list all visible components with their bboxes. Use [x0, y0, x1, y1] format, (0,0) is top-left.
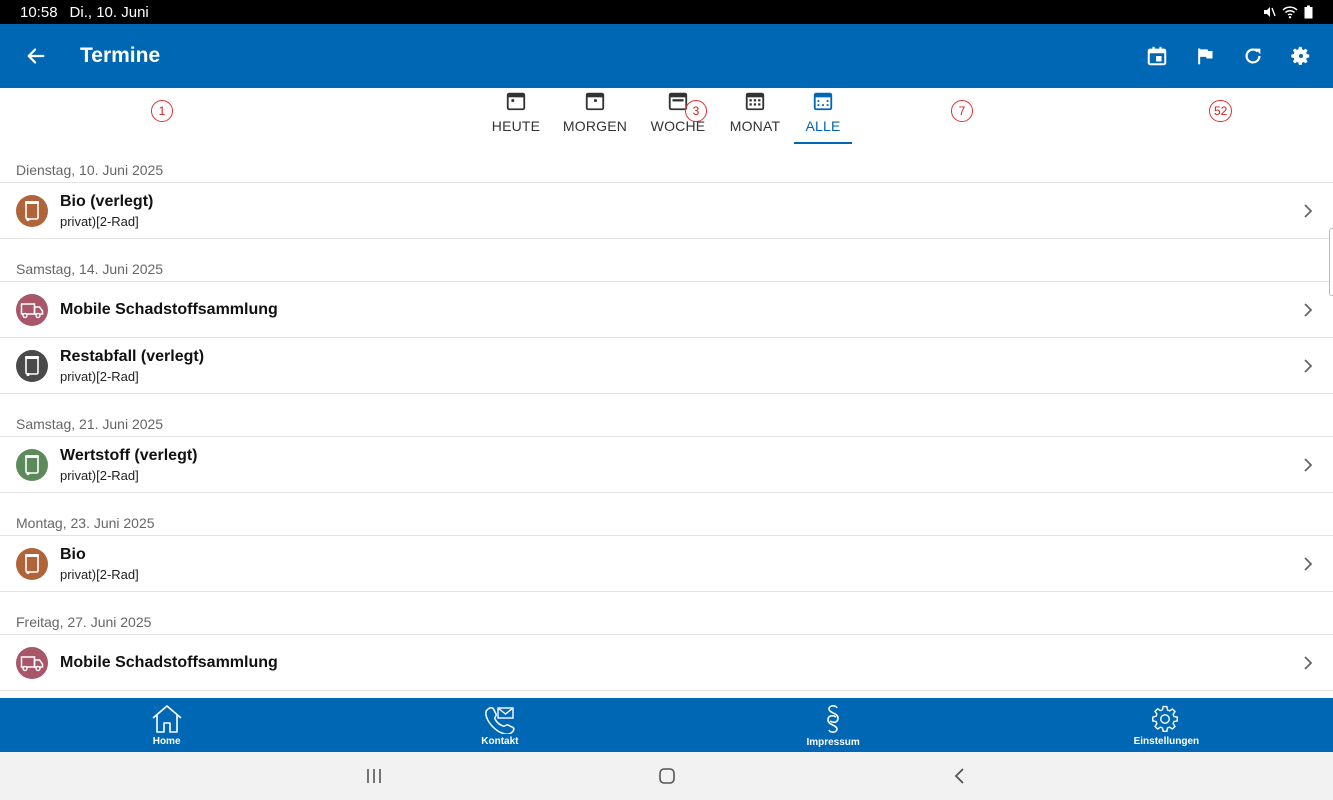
status-bar: 10:58 Di., 10. Juni — [0, 0, 1333, 24]
back-system-button[interactable] — [948, 764, 972, 788]
battery-icon — [1304, 5, 1313, 19]
list-item[interactable]: Restabfall (verlegt) privat)[2-Rad] — [0, 338, 1333, 394]
list-item[interactable]: Bio privat)[2-Rad] — [0, 536, 1333, 592]
settings-icon — [1291, 46, 1310, 65]
chevron-right-icon — [1304, 457, 1313, 472]
calendar-icon — [1147, 46, 1167, 66]
status-date: Di., 10. Juni — [69, 3, 149, 21]
item-title: Mobile Schadstoffsammlung — [60, 300, 278, 318]
badge-alle: 52 — [1209, 100, 1233, 122]
settings-button[interactable] — [1277, 32, 1325, 80]
nav-kontakt[interactable]: Kontakt — [333, 698, 666, 752]
section-date: Samstag, 21. Juni 2025 — [0, 412, 1333, 437]
home-circle-icon — [659, 768, 675, 784]
flag-icon — [1198, 48, 1213, 65]
chevron-right-icon — [1304, 556, 1313, 571]
status-time: 10:58 — [20, 3, 58, 21]
appointment-list: Dienstag, 10. Juni 2025 Bio (verlegt) pr… — [0, 158, 1333, 698]
chevron-right-icon — [1304, 358, 1313, 373]
badge-monat: 7 — [951, 100, 973, 122]
calendar-day-icon — [585, 92, 605, 111]
bin-icon — [16, 349, 48, 382]
badge-woche: 3 — [685, 100, 707, 122]
home-icon — [152, 704, 182, 733]
section-date: Montag, 23. Juni 2025 — [0, 511, 1333, 536]
calendar-button[interactable] — [1133, 32, 1181, 80]
item-title: Bio — [60, 545, 86, 563]
calendar-day-icon — [506, 92, 526, 111]
bin-icon — [16, 448, 48, 481]
calendar-all-icon — [813, 92, 833, 111]
item-subtitle: privat)[2-Rad] — [60, 566, 139, 582]
list-item[interactable]: Wertstoff (verlegt) privat)[2-Rad] — [0, 437, 1333, 493]
item-title: Bio (verlegt) — [60, 192, 154, 210]
item-title: Restabfall (verlegt) — [60, 347, 205, 365]
mute-icon — [1264, 7, 1276, 17]
truck-icon — [16, 293, 48, 326]
phone-icon — [484, 706, 515, 734]
list-item[interactable]: Mobile Schadstoffsammlung — [0, 282, 1333, 338]
flag-button[interactable] — [1181, 32, 1229, 80]
system-nav-bar — [0, 752, 1333, 800]
refresh-button[interactable] — [1229, 32, 1277, 80]
recent-apps-icon — [367, 769, 381, 783]
section-date: Freitag, 27. Juni 2025 — [0, 610, 1333, 635]
bottom-nav: Home Kontakt Impressum Einstellungen — [0, 698, 1333, 752]
status-icons — [1262, 5, 1313, 19]
nav-einstellungen[interactable]: Einstellungen — [1000, 698, 1333, 752]
wifi-icon — [1282, 6, 1298, 19]
truck-icon — [16, 646, 48, 679]
tab-alle[interactable]: ALLE — [794, 88, 852, 144]
chevron-right-icon — [1304, 655, 1313, 670]
gear-icon — [1152, 705, 1179, 732]
item-title: Mobile Schadstoffsammlung — [60, 653, 278, 671]
app-bar: Termine — [0, 24, 1333, 88]
item-subtitle: privat)[2-Rad] — [60, 368, 139, 384]
list-item[interactable]: Mobile Schadstoffsammlung — [0, 635, 1333, 691]
back-button[interactable] — [0, 24, 72, 88]
home-system-button[interactable] — [655, 764, 679, 788]
filter-tabs: HEUTE MORGEN WOCHE MONAT ALLE — [0, 88, 1333, 148]
back-chevron-icon — [954, 768, 964, 784]
badge-heute: 1 — [151, 100, 173, 122]
section-date: Dienstag, 10. Juni 2025 — [0, 158, 1333, 183]
section-date: Samstag, 14. Juni 2025 — [0, 257, 1333, 282]
item-subtitle: privat)[2-Rad] — [60, 213, 139, 229]
chevron-right-icon — [1304, 203, 1313, 218]
scroll-handle[interactable] — [1329, 228, 1333, 296]
tab-morgen[interactable]: MORGEN — [560, 88, 630, 144]
list-item[interactable]: Bio (verlegt) privat)[2-Rad] — [0, 183, 1333, 239]
paragraph-icon — [827, 704, 839, 733]
tab-monat[interactable]: MONAT — [724, 88, 786, 144]
item-subtitle: privat)[2-Rad] — [60, 467, 139, 483]
chevron-right-icon — [1304, 302, 1313, 317]
item-title: Wertstoff (verlegt) — [60, 446, 198, 464]
recent-apps-button[interactable] — [362, 764, 386, 788]
nav-impressum[interactable]: Impressum — [667, 698, 1000, 752]
bin-icon — [16, 547, 48, 580]
refresh-icon — [1245, 48, 1261, 64]
page-title: Termine — [80, 44, 161, 67]
arrow-back-icon — [27, 48, 45, 64]
bin-icon — [16, 194, 48, 227]
calendar-month-icon — [745, 92, 765, 111]
tab-heute[interactable]: HEUTE — [486, 88, 546, 144]
nav-home[interactable]: Home — [0, 698, 333, 752]
